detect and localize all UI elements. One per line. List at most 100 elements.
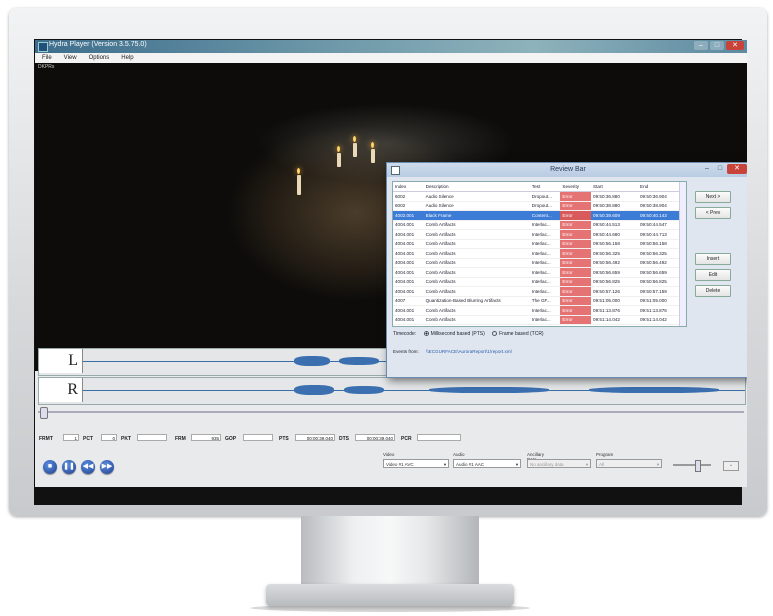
review-title-bar[interactable]: Review Bar – □ ✕ [387,163,747,177]
column-header[interactable]: Test [529,182,561,192]
radio-tcr[interactable] [492,331,498,337]
frmt-label: FRMT [39,436,53,442]
table-cell: Audio Silence [423,191,530,202]
column-header[interactable]: Severity [560,182,592,192]
delete-button[interactable]: Delete [695,285,731,297]
candle [297,175,301,195]
waveform-peak [344,386,384,394]
table-cell: Comb Artifacts [423,239,530,249]
menu-help[interactable]: Help [121,53,133,63]
table-header: Index Description Test Severity Start End [393,182,686,192]
audio-select-value: Audio #1 AAC [456,462,485,467]
table-row[interactable]: 6002 Audio Silence Dropout... Error 09:50:38… [393,201,686,211]
table-cell: The GF... [529,296,561,306]
grid-scrollbar[interactable] [679,182,686,326]
audio-select[interactable]: Audio #1 AAC ▼ [453,459,521,468]
rewind-icon[interactable]: ◀◀ [81,460,95,474]
close-icon[interactable]: ✕ [726,41,744,50]
table-cell: 09:50:56.659 [591,267,638,278]
table-row[interactable]: 4004.001 Comb Artifacts Interlac... Error 09… [393,220,686,230]
edit-button[interactable]: Edit [695,269,731,281]
insert-button[interactable]: Insert [695,253,731,265]
waveform-right[interactable]: R [38,377,746,405]
ancillary-select-value: No ancillary data [530,462,564,467]
table-cell: 6002 [393,191,424,202]
waveform-peak [294,385,334,395]
table-cell: Error [560,305,592,316]
menu-bar: File View Options Help [35,53,747,63]
pkt-label: PKT [121,436,131,442]
table-cell: Error [560,248,592,259]
table-cell: 09:50:39.609 [591,210,638,221]
menu-view[interactable]: View [64,53,77,63]
column-header[interactable]: Index [393,182,424,192]
table-cell: Interlac... [529,220,561,230]
flame [371,142,374,148]
table-row[interactable]: 4004.001 Comb Artifacts Interlac... Error 09… [393,229,686,240]
gop-value [243,434,273,441]
table-cell: Interlac... [529,248,561,259]
table-row[interactable]: 4004.001 Comb Artifacts Interlac... Error 09… [393,258,686,268]
table-row[interactable]: 4004.001 Comb Artifacts Interlac... Error 09… [393,286,686,297]
chevron-down-icon: ▼ [585,462,589,467]
next-button[interactable]: Next > [695,191,731,203]
program-select[interactable]: All ▼ [596,459,662,468]
table-cell: Interlac... [529,229,561,240]
ancillary-select[interactable]: No ancillary data ▼ [527,459,591,468]
minimize-icon[interactable]: – [694,41,708,50]
menu-file[interactable]: File [42,53,52,63]
table-cell: 4004.001 [393,220,424,230]
table-row[interactable]: 4004.001 Comb Artifacts Interlac... Error 09… [393,248,686,259]
video-select[interactable]: Video #1 AVC ▼ [383,459,449,468]
events-table: Index Description Test Severity Start End 600… [393,182,686,325]
table-cell: Dropout... [529,191,561,202]
table-row[interactable]: 6002 Audio Silence Dropout... Error 09:50:36… [393,191,686,202]
table-cell: 4004.001 [393,277,424,287]
volume-knob[interactable] [695,460,701,472]
table-row[interactable]: 4004.001 Comb Artifacts Interlac... Error 09… [393,267,686,278]
table-row[interactable]: 4004.001 Comb Artifacts Interlac... Error 09… [393,277,686,287]
table-cell: Comb Artifacts [423,277,530,287]
seek-knob[interactable] [40,407,48,419]
title-bar[interactable]: Hydra Player (Version 3.5.75.0) – □ ✕ [35,40,747,53]
column-header[interactable]: Start [591,182,638,192]
extra-button[interactable]: ▫ [723,461,739,471]
dts-label: DTS [339,436,349,442]
table-cell: 4007 [393,296,424,306]
table-cell: 09:50:38.880 [591,201,638,211]
flame [353,136,356,142]
review-bar-dialog: Review Bar – □ ✕ Index Description Test Sev… [386,162,747,378]
table-cell: 4004.001 [393,248,424,259]
table-cell: Comb Artifacts [423,315,530,325]
minimize-icon[interactable]: – [701,164,713,174]
radio-pts[interactable] [423,331,429,337]
program-caption: Program [596,452,614,457]
column-header[interactable]: Description [423,182,530,192]
table-cell: 4004.001 [393,305,424,316]
maximize-icon[interactable]: □ [710,41,724,50]
menu-options[interactable]: Options [89,53,110,63]
events-source: Events from: \\ECGURFACE\AuroraReport\1\… [393,349,512,354]
pts-value: 00:00:39.040 [295,434,335,441]
table-row[interactable]: 4004.001 Comb Artifacts Interlac... Error 09… [393,239,686,249]
video-caption: Video [383,452,395,457]
table-cell: Interlac... [529,315,561,325]
table-row[interactable]: 4002.001 Black Frame Content... Error 09:50:… [393,210,686,221]
forward-icon[interactable]: ▶▶ [100,460,114,474]
waveform-peak [339,357,379,365]
maximize-icon[interactable]: □ [714,164,726,174]
table-row[interactable]: 4004.001 Comb Artifacts Interlac... Error 09… [393,315,686,325]
frm-value: 935 [191,434,221,441]
volume-slider[interactable] [673,460,711,472]
stop-icon[interactable]: ■ [43,460,57,474]
table-row[interactable]: 4007 Quantization-Based Blurring Artifact… [393,296,686,306]
events-path-link[interactable]: \\ECGURFACE\AuroraReport\1\report.xml [426,349,512,354]
prev-button[interactable]: < Prev [695,207,731,219]
seek-slider[interactable] [38,407,744,419]
pause-icon[interactable]: ❚❚ [62,460,76,474]
pct-label: PCT [83,436,93,442]
table-row[interactable]: 4004.001 Comb Artifacts Interlac... Error 09… [393,305,686,316]
transport-controls: ■ ❚❚ ◀◀ ▶▶ [43,460,114,474]
chevron-down-icon: ▼ [515,462,519,467]
close-icon[interactable]: ✕ [727,164,747,174]
